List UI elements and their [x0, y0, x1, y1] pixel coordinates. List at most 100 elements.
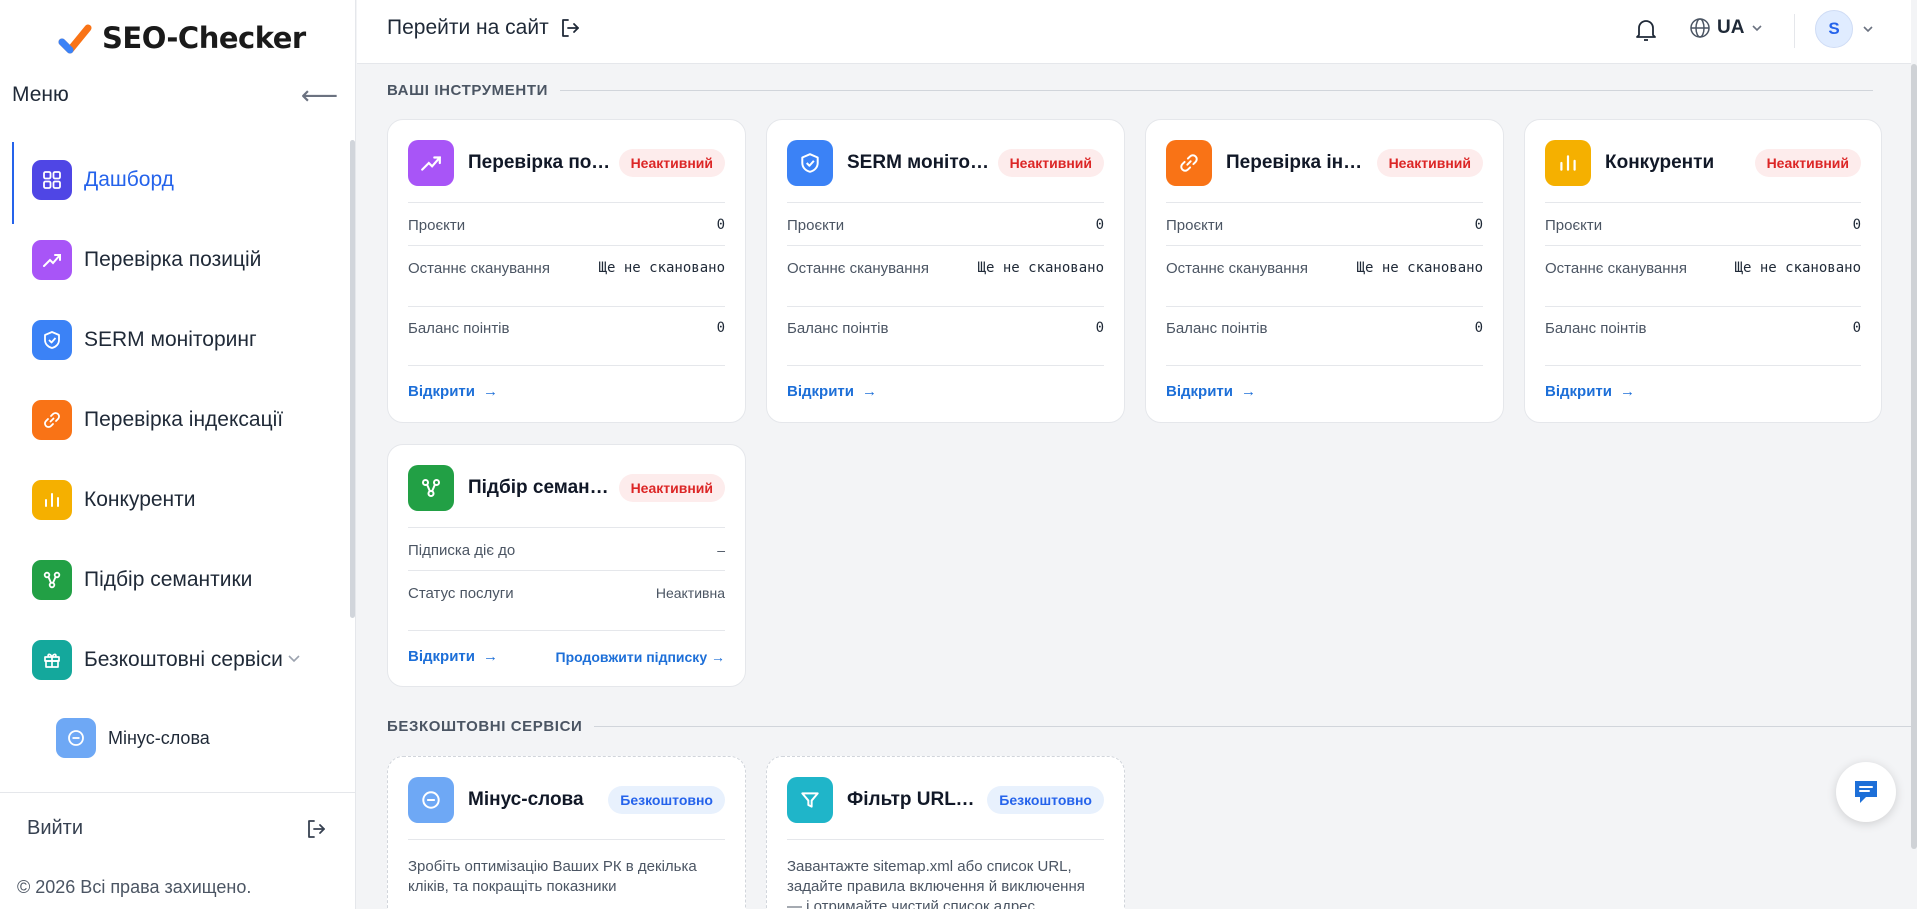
menu-title: Меню: [12, 83, 69, 106]
divider: [1545, 365, 1861, 366]
sidebar-item-label: Дашборд: [84, 168, 174, 191]
stat-label: Статус послуги: [408, 585, 514, 602]
status-badge: Неактивний: [1376, 149, 1483, 177]
link-icon: [1166, 140, 1212, 186]
stat-row: Баланс поінтів 0: [408, 320, 725, 337]
chat-button[interactable]: [1836, 762, 1896, 822]
sidebar-scrollbar[interactable]: [350, 140, 355, 618]
stat-label: Проєкти: [408, 217, 466, 234]
arrow-right-icon: →: [482, 648, 498, 665]
card-title: SERM моніторинг: [847, 152, 990, 173]
stat-label: Підписка діє до: [408, 542, 516, 559]
card-title: Фільтр URL по правилах: [847, 789, 979, 810]
card-title: Мінус-слова: [468, 789, 584, 810]
sidebar-item-positions[interactable]: Перевірка позицій: [12, 220, 342, 300]
sidebar-item-competitors[interactable]: Конкуренти: [12, 460, 342, 540]
stat-row: Проєкти 0: [1166, 217, 1483, 234]
sidebar-item-indexing[interactable]: Перевірка індексації: [12, 380, 342, 460]
section-title-text: ВАШІ ІНСТРУМЕНТИ: [387, 82, 548, 99]
notifications-button[interactable]: [1634, 17, 1658, 48]
chevron-down-icon: [1863, 26, 1873, 33]
card-description: Зробіть оптимізацію Ваших РК в декілька …: [408, 858, 697, 895]
stat-value: Неактивна: [655, 585, 725, 601]
open-link[interactable]: Відкрити →: [408, 383, 498, 400]
logo[interactable]: SEO-Checker: [58, 18, 306, 58]
card-header: Перевірка позицій Неактивний: [408, 140, 725, 186]
stat-value: –: [717, 542, 725, 558]
globe-icon: [1690, 18, 1710, 38]
sidebar: SEO-Checker Меню ⟵ Дашборд Перевірка поз…: [0, 0, 356, 909]
arrow-right-icon: →: [1240, 383, 1256, 400]
card-title: Підбір семантики: [468, 477, 611, 498]
logout-label: Вийти: [27, 817, 84, 839]
stat-label: Останнє сканування: [1166, 260, 1308, 277]
tool-card-semantics: Підбір семантики Неактивний Підписка діє…: [387, 444, 746, 687]
card-header: Перевірка індексації Неактивний: [1166, 140, 1483, 186]
user-menu[interactable]: S: [1815, 10, 1875, 48]
language-select[interactable]: UA: [1689, 17, 1764, 39]
open-link[interactable]: Відкрити →: [1545, 383, 1635, 400]
goto-site-label: Перейти на сайт: [387, 16, 549, 39]
goto-site-link[interactable]: Перейти на сайт: [387, 16, 581, 40]
stat-label: Баланс поінтів: [408, 320, 510, 337]
trend-icon: [408, 140, 454, 186]
open-link[interactable]: Відкрити →: [1166, 383, 1256, 400]
shield-icon: [787, 140, 833, 186]
stat-label: Проєкти: [787, 217, 845, 234]
free-badge: Безкоштовно: [987, 786, 1104, 814]
sidebar-subitem-minus-words[interactable]: Мінус-слова: [56, 718, 210, 758]
divider: [408, 527, 725, 528]
sidebar-item-serm[interactable]: SERM моніторинг: [12, 300, 342, 380]
stat-value: 0: [716, 217, 725, 233]
card-header: Мінус-слова Безкоштовно: [408, 777, 725, 823]
logout-button[interactable]: Вийти: [27, 817, 327, 840]
open-link[interactable]: Відкрити →: [787, 383, 877, 400]
divider: [408, 365, 725, 366]
stat-value: Ще не скановано: [1356, 260, 1483, 276]
arrow-right-icon: →: [861, 383, 877, 400]
divider: [1166, 202, 1483, 203]
divider: [1166, 365, 1483, 366]
free-card-minus-words: Мінус-слова Безкоштовно Зробіть оптиміза…: [387, 756, 746, 909]
card-header: SERM моніторинг Неактивний: [787, 140, 1104, 186]
card-header: Підбір семантики Неактивний: [408, 465, 725, 511]
stat-label: Баланс поінтів: [787, 320, 889, 337]
sidebar-footer: Вийти © 2026 Всі права захищено.: [0, 792, 356, 897]
top-header: Перейти на сайт UA S: [357, 0, 1911, 64]
stat-value: Ще не скановано: [1734, 260, 1861, 276]
stat-label: Баланс поінтів: [1545, 320, 1647, 337]
chevron-down-icon[interactable]: [286, 650, 302, 666]
tool-card-positions: Перевірка позицій Неактивний Проєкти 0 Ос…: [387, 119, 746, 423]
chat-icon: [1855, 781, 1877, 803]
open-link[interactable]: Відкрити →: [408, 648, 498, 665]
stat-row: Баланс поінтів 0: [1166, 320, 1483, 337]
divider: [1545, 306, 1861, 307]
stat-row: Останнє сканування Ще не скановано: [787, 260, 1104, 277]
divider: [787, 202, 1104, 203]
sidebar-item-free-services[interactable]: Безкоштовні сервіси: [12, 620, 342, 700]
stat-row: Баланс поінтів 0: [1545, 320, 1861, 337]
stat-row: Проєкти 0: [408, 217, 725, 234]
status-badge: Неактивний: [618, 474, 725, 502]
stat-label: Проєкти: [1545, 217, 1603, 234]
open-label: Відкрити: [1166, 383, 1233, 400]
filter-icon: [787, 777, 833, 823]
avatar: S: [1815, 10, 1853, 48]
extend-subscription-link[interactable]: Продовжити підписку →: [556, 649, 726, 665]
stat-value: 0: [1474, 217, 1483, 233]
tool-card-competitors: Конкуренти Неактивний Проєкти 0 Останнє с…: [1524, 119, 1882, 423]
sidebar-nav: Дашборд Перевірка позицій SERM моніторин…: [12, 140, 342, 700]
divider: [408, 839, 725, 840]
stat-value: 0: [716, 320, 725, 336]
card-title: Конкуренти: [1605, 152, 1715, 173]
sidebar-item-semantics[interactable]: Підбір семантики: [12, 540, 342, 620]
stat-label: Останнє сканування: [1545, 260, 1687, 277]
divider: [787, 365, 1104, 366]
main-scrollbar[interactable]: [1911, 64, 1917, 849]
arrow-left-icon[interactable]: ⟵: [301, 82, 338, 108]
divider: [408, 306, 725, 307]
stat-row: Підписка діє до –: [408, 542, 725, 559]
section-divider: [594, 726, 1915, 727]
sidebar-item-dashboard[interactable]: Дашборд: [12, 140, 342, 224]
trend-icon: [32, 240, 72, 280]
